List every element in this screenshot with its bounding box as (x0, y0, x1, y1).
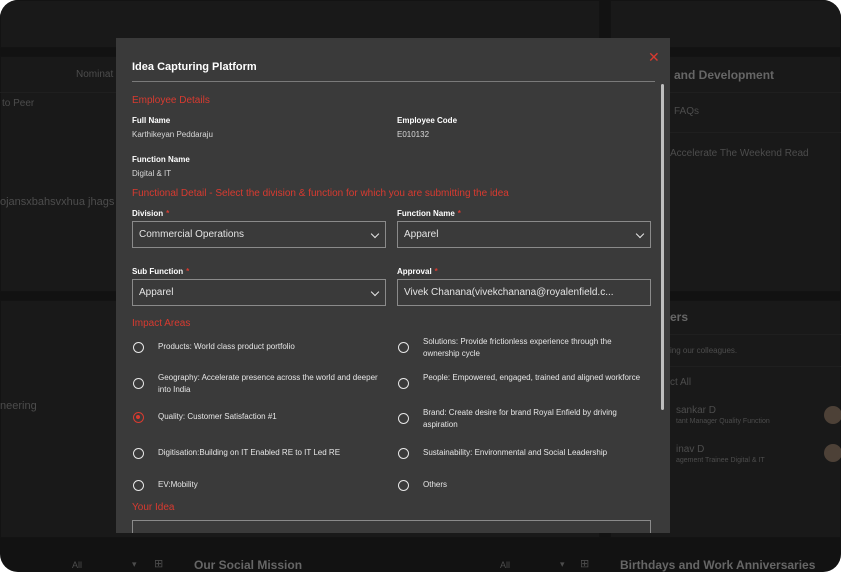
impact-radio-quality[interactable] (133, 412, 144, 423)
impact-radio-ev-mobility[interactable] (133, 480, 144, 491)
division-selected-value: Commercial Operations (139, 229, 245, 240)
chevron-down-icon (370, 229, 380, 239)
impact-option-label: Others (423, 480, 448, 489)
your-idea-heading: Your Idea (132, 502, 175, 513)
sub-function-selected-value: Apparel (139, 287, 174, 298)
impact-option-label: Brand: Create desire for brand Royal Enf… (423, 408, 617, 429)
title-divider (132, 81, 655, 82)
sub-function-select[interactable]: Apparel (132, 279, 386, 306)
division-select[interactable]: Commercial Operations (132, 221, 386, 248)
impact-radio-others[interactable] (398, 480, 409, 491)
approval-label: Approval * (397, 267, 438, 276)
function-label: Function Name * (397, 209, 461, 218)
impact-option-label: Solutions: Provide frictionless experien… (423, 337, 612, 358)
impact-option-label: Sustainability: Environmental and Social… (423, 448, 608, 457)
close-icon[interactable]: ✕ (648, 50, 660, 64)
employee-code-label: Employee Code (397, 116, 458, 125)
impact-option-label: Digitisation:Building on IT Enabled RE t… (158, 448, 341, 457)
employee-code-value: E010132 (397, 130, 430, 139)
functional-detail-heading: Functional Detail - Select the division … (132, 188, 509, 199)
chevron-down-icon (635, 229, 645, 239)
chevron-down-icon (370, 287, 380, 297)
app-frame: Nominat to Peer ojansxbahsvxhua jhags ne… (0, 0, 841, 572)
approval-value: Vivek Chanana(vivekchanana@royalenfield.… (404, 287, 614, 298)
impact-option-label: Geography: Accelerate presence across th… (158, 373, 378, 394)
modal-title: Idea Capturing Platform (132, 61, 257, 73)
impact-option-label: Products: World class product portfolio (158, 342, 295, 351)
impact-option-label: EV:Mobility (158, 480, 198, 489)
impact-areas-heading: Impact Areas (132, 318, 191, 329)
idea-textarea[interactable] (132, 520, 651, 533)
impact-option-label: Quality: Customer Satisfaction #1 (158, 412, 277, 421)
function-name-label: Function Name (132, 155, 190, 164)
employee-details-heading: Employee Details (132, 95, 210, 106)
impact-radio-digitisation[interactable] (133, 448, 144, 459)
impact-radio-geography[interactable] (133, 378, 144, 389)
modal-scrollbar[interactable] (661, 84, 664, 410)
impact-radio-brand[interactable] (398, 413, 409, 424)
function-select[interactable]: Apparel (397, 221, 651, 248)
impact-radio-products[interactable] (133, 342, 144, 353)
division-label: Division * (132, 209, 170, 218)
impact-option-label: People: Empowered, engaged, trained and … (423, 373, 641, 382)
impact-radio-people[interactable] (398, 378, 409, 389)
function-selected-value: Apparel (404, 229, 439, 240)
approval-field[interactable]: Vivek Chanana(vivekchanana@royalenfield.… (397, 279, 651, 306)
function-name-value: Digital & IT (132, 169, 172, 178)
full-name-value: Karthikeyan Peddaraju (132, 130, 213, 139)
sub-function-label: Sub Function * (132, 267, 190, 276)
impact-radio-sustainability[interactable] (398, 448, 409, 459)
impact-radio-solutions[interactable] (398, 342, 409, 353)
idea-capture-modal: Idea Capturing Platform ✕ Employee Detai… (116, 38, 670, 533)
full-name-label: Full Name (132, 116, 171, 125)
